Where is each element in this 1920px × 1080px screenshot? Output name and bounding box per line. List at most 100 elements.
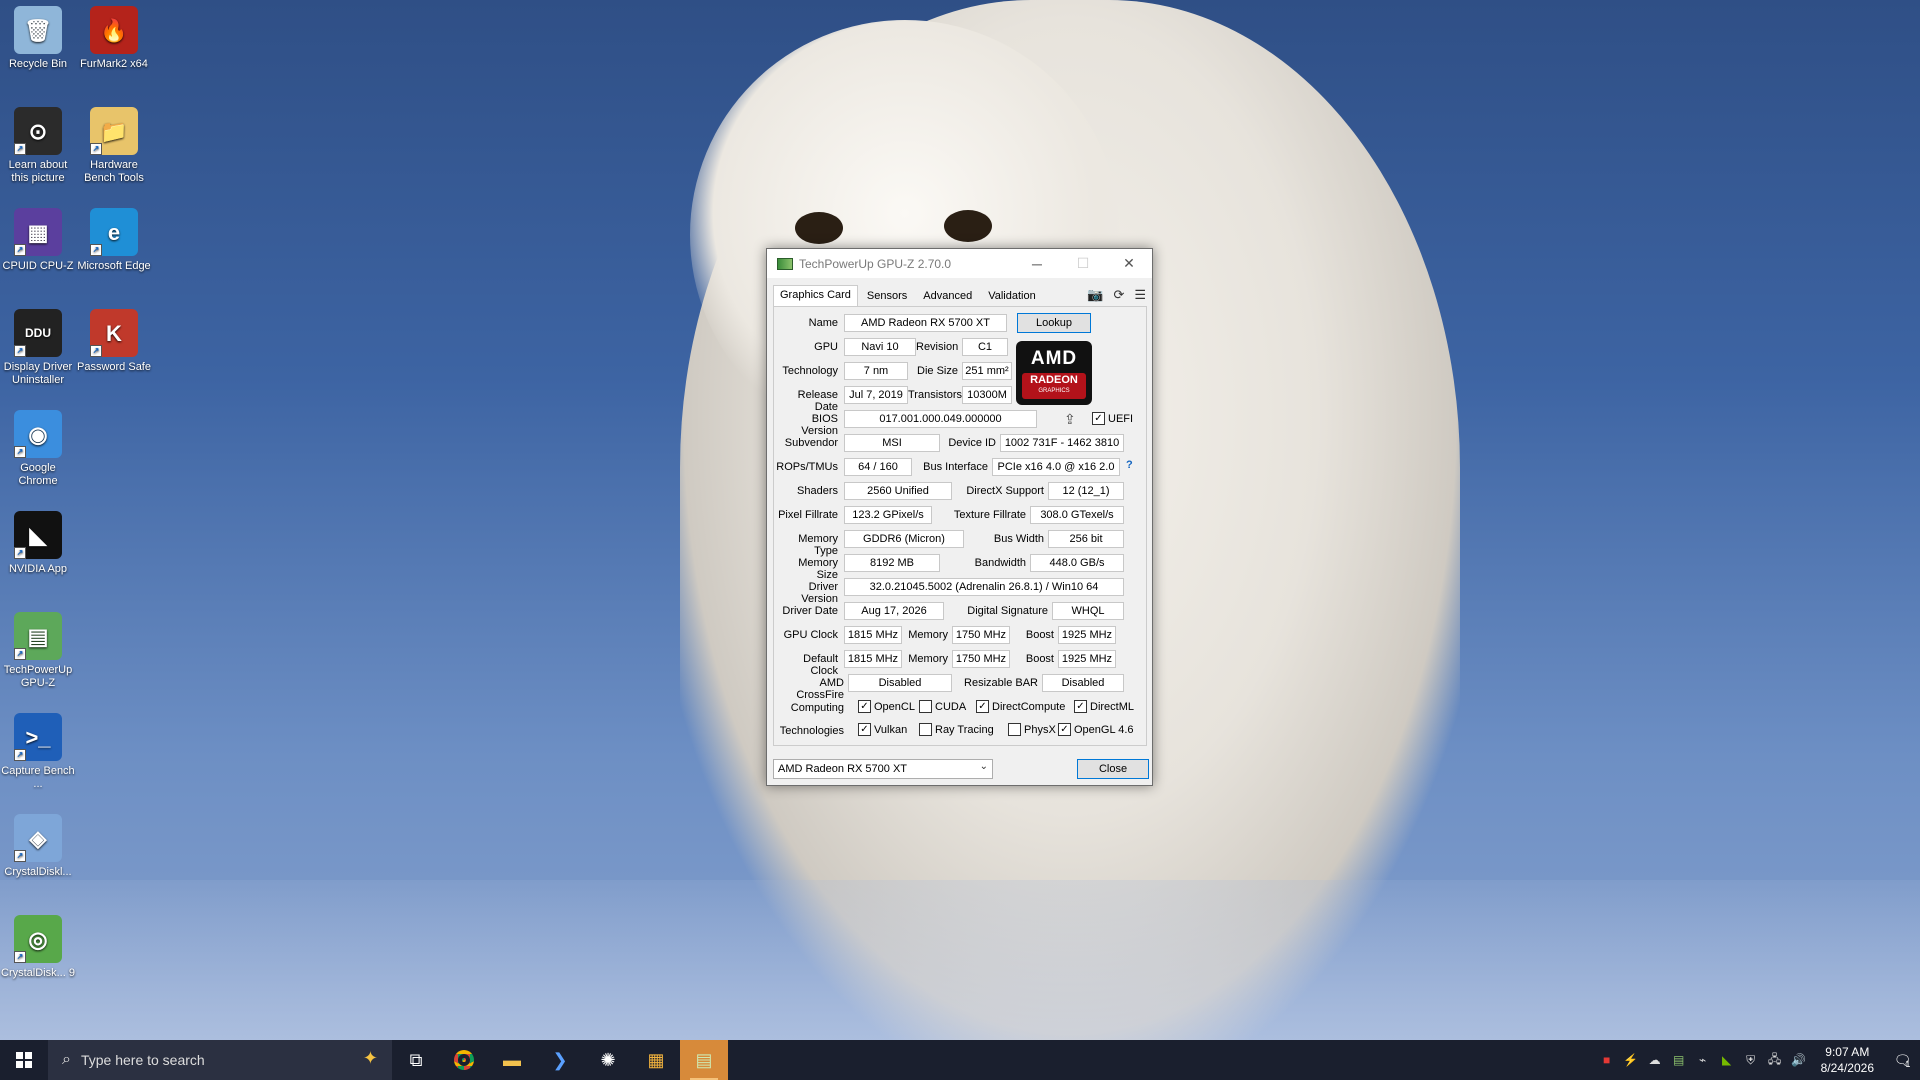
label-gpu-boost: Boost [1025, 629, 1054, 641]
desktop-icon[interactable]: 📁 ↗ Hardware Bench Tools [76, 107, 152, 185]
check-box[interactable]: ✓ [1058, 723, 1071, 736]
desktop-icon[interactable]: e ↗ Microsoft Edge [76, 208, 152, 273]
close-window-button[interactable]: ✕ [1106, 249, 1152, 278]
field-device-id: 1002 731F - 1462 3810 [1000, 434, 1124, 452]
network-icon[interactable]: 🖧 [1763, 1040, 1787, 1080]
uefi-checkbox[interactable]: ✓ UEFI [1092, 412, 1133, 425]
label-name: Name [808, 317, 838, 329]
desktop-icon[interactable]: 🔥 FurMark2 x64 [76, 6, 152, 71]
shortcut-arrow-icon: ↗ [90, 244, 102, 256]
chrome-icon: ◉ ↗ [14, 410, 62, 458]
nvidia-tray-icon[interactable]: ◣ [1715, 1040, 1739, 1080]
label-technologies: Technologies [779, 725, 844, 737]
check-box[interactable]: ✓ [858, 723, 871, 736]
chatgpt-taskbar-icon[interactable]: ✺ [584, 1040, 632, 1080]
title-bar[interactable]: TechPowerUp GPU-Z 2.70.0 ─ ☐ ✕ [767, 249, 1152, 278]
gpuz-app-icon [777, 257, 793, 270]
tab-validation[interactable]: Validation [981, 286, 1043, 306]
powershell-taskbar-icon[interactable]: ❯ [536, 1040, 584, 1080]
checkbox-directcompute[interactable]: ✓ DirectCompute [976, 700, 1065, 713]
lookup-button[interactable]: Lookup [1017, 313, 1091, 333]
taskbar-search-box[interactable]: ⌕ Type here to search ✦ [48, 1040, 392, 1080]
field-bus-interface: PCIe x16 4.0 @ x16 2.0 [992, 458, 1120, 476]
desktop-icon[interactable]: >_ ↗ Capture Bench ... [0, 713, 76, 791]
checkbox-vulkan[interactable]: ✓ Vulkan [858, 723, 907, 736]
desktop-icon[interactable]: DDU ↗ Display Driver Uninstaller [0, 309, 76, 387]
checkbox-physx[interactable]: PhysX [1008, 723, 1056, 736]
desktop-icon[interactable]: ▤ ↗ TechPowerUp GPU-Z [0, 612, 76, 690]
check-box[interactable]: ✓ [1074, 700, 1087, 713]
taskbar-clock[interactable]: 9:07 AM 8/24/2026 [1811, 1044, 1884, 1076]
desktop-icon-label: Microsoft Edge [77, 260, 151, 272]
label-amd-crossfire: AMD CrossFire [796, 677, 844, 701]
desktop-icon-label: Password Safe [77, 361, 151, 373]
amd-tray-icon[interactable]: ■ [1595, 1040, 1619, 1080]
checkbox-opencl[interactable]: ✓ OpenCL [858, 700, 915, 713]
check-box[interactable]: ✓ [858, 700, 871, 713]
field-gpu: Navi 10 [844, 338, 916, 356]
uefi-check-box[interactable]: ✓ [1092, 412, 1105, 425]
cloud-tray-icon[interactable]: ☁ [1643, 1040, 1667, 1080]
desktop-icon[interactable]: ◈ ↗ CrystalDiskl... [0, 814, 76, 879]
bolt-tray-icon[interactable]: ⚡ [1619, 1040, 1643, 1080]
desktop-icon-label: Google Chrome [18, 462, 58, 487]
gpuz-tray-icon[interactable]: ▤ [1667, 1040, 1691, 1080]
label-subvendor: Subvendor [784, 437, 838, 449]
desktop-icon[interactable]: K ↗ Password Safe [76, 309, 152, 374]
copilot-sparkle-icon[interactable]: ✦ [363, 1048, 378, 1069]
check-box[interactable] [919, 723, 932, 736]
chrome-taskbar-icon[interactable] [440, 1040, 488, 1080]
recycle-bin-icon: 🗑 [14, 6, 62, 54]
label-driver-date: Driver Date [782, 605, 838, 617]
desktop-icon[interactable]: ▦ ↗ CPUID CPU-Z [0, 208, 76, 273]
label-driver-version: Driver Version [801, 581, 838, 605]
desktop-icon[interactable]: ◉ ↗ Google Chrome [0, 410, 76, 488]
checkbox-opengl-4-6[interactable]: ✓ OpenGL 4.6 [1058, 723, 1134, 736]
menu-icon[interactable]: ☰ [1134, 287, 1146, 303]
desktop-icon[interactable]: ⊙ ↗ Learn about this picture [0, 107, 76, 185]
checkbox-directml[interactable]: ✓ DirectML [1074, 700, 1134, 713]
field-driver-version: 32.0.21045.5002 (Adrenalin 26.8.1) / Win… [844, 578, 1124, 596]
checkbox-label: PhysX [1024, 723, 1056, 736]
store-taskbar-icon[interactable]: ▦ [632, 1040, 680, 1080]
close-button[interactable]: Close [1077, 759, 1149, 779]
desktop-icon[interactable]: ◎ ↗ CrystalDisk... 9 [0, 915, 76, 980]
task-view-icon[interactable]: ⧉ [392, 1040, 440, 1080]
label-default-memory: Memory [908, 653, 948, 665]
gpuz-taskbar-icon[interactable]: ▤ [680, 1040, 728, 1080]
field-memory-size: 8192 MB [844, 554, 940, 572]
security-tray-icon[interactable]: ⛨ [1739, 1040, 1763, 1080]
minimize-button[interactable]: ─ [1014, 249, 1060, 278]
desktop-icon[interactable]: 🗑 Recycle Bin [0, 6, 76, 71]
file-explorer-icon[interactable]: ▬ [488, 1040, 536, 1080]
field-gpu-clock: 1815 MHz [844, 626, 902, 644]
volume-icon[interactable]: 🔊 [1787, 1040, 1811, 1080]
notification-icon[interactable]: 🗨 1 [1884, 1040, 1920, 1080]
wallpaper-snow [0, 880, 1920, 1040]
tab-graphics-card[interactable]: Graphics Card [773, 285, 858, 306]
camera-icon[interactable]: 📷 [1087, 287, 1103, 303]
checkbox-label: DirectML [1090, 700, 1135, 713]
powershell-icon: >_ ↗ [14, 713, 62, 761]
start-button[interactable] [0, 1040, 48, 1080]
edge-icon: e ↗ [90, 208, 138, 256]
gpu-select-dropdown[interactable]: AMD Radeon RX 5700 XT ⌄ [773, 759, 993, 779]
label-memory-type: Memory Type [798, 533, 838, 557]
desktop-icon[interactable]: ◣ ↗ NVIDIA App [0, 511, 76, 576]
refresh-icon[interactable]: ⟳ [1113, 287, 1124, 303]
label-rops-tmus: ROPs/TMUs [776, 461, 838, 473]
check-box[interactable] [919, 700, 932, 713]
checkbox-ray-tracing[interactable]: Ray Tracing [919, 723, 994, 736]
tab-sensors[interactable]: Sensors [860, 286, 914, 306]
help-icon[interactable]: ? [1126, 459, 1133, 471]
shortcut-arrow-icon: ↗ [14, 749, 26, 761]
usb-tray-icon[interactable]: ⌁ [1691, 1040, 1715, 1080]
label-directx-support: DirectX Support [966, 485, 1044, 497]
field-revision: C1 [962, 338, 1008, 356]
check-box[interactable] [1008, 723, 1021, 736]
tab-advanced[interactable]: Advanced [916, 286, 979, 306]
check-box[interactable]: ✓ [976, 700, 989, 713]
gpuz-window[interactable]: TechPowerUp GPU-Z 2.70.0 ─ ☐ ✕ Graphics … [766, 248, 1153, 786]
checkbox-cuda[interactable]: CUDA [919, 700, 966, 713]
share-bios-icon[interactable]: ⇪ [1064, 411, 1076, 428]
